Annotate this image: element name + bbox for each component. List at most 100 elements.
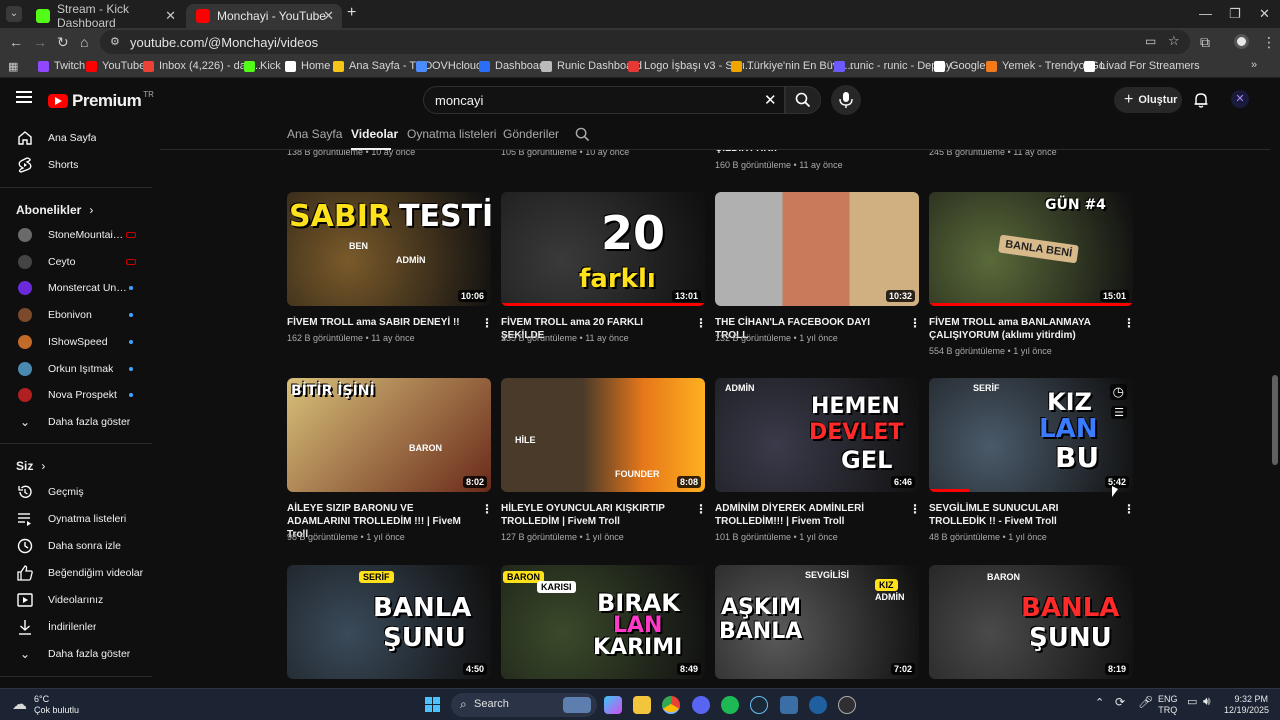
extensions-icon[interactable]: ⧉ <box>1200 34 1210 51</box>
account-avatar[interactable]: ✕ <box>1231 90 1249 108</box>
forward-icon[interactable]: → <box>33 34 47 50</box>
chrome-icon[interactable] <box>662 696 680 714</box>
obs-icon[interactable] <box>838 696 856 714</box>
subscription-item[interactable]: IShowSpeed <box>0 329 152 355</box>
tab-videos[interactable]: Videolar <box>351 127 398 141</box>
discord-icon[interactable] <box>692 696 710 714</box>
sidebar-item-your-videos[interactable]: Videolarınız <box>0 587 152 613</box>
tab-playlists[interactable]: Oynatma listeleri <box>407 127 496 141</box>
file-explorer-icon[interactable] <box>633 696 651 714</box>
channel-search-icon[interactable] <box>575 127 590 142</box>
profile-avatar[interactable] <box>1234 34 1249 49</box>
video-card-partial[interactable]: 138 B görüntüleme • 10 ay önce <box>287 150 491 170</box>
video-title[interactable]: HİLEYLE OYUNCULARI KIŞKIRTIP TROLLEDİM |… <box>501 502 687 528</box>
video-thumbnail[interactable]: GÜN #4 BANLA BENİ 15:01 <box>929 192 1133 306</box>
copilot-icon[interactable] <box>604 696 622 714</box>
voice-search-button[interactable] <box>831 85 861 115</box>
subscription-item[interactable]: Monstercat Unca... <box>0 275 152 301</box>
video-thumbnail[interactable]: HİLE FOUNDER 8:08 <box>501 378 705 492</box>
video-card-partial[interactable]: 245 B görüntüleme • 11 ay önce <box>929 150 1133 170</box>
bookmark-item[interactable]: Twitch <box>38 60 85 72</box>
video-card[interactable]: SABIR TESTİ BEN ADMİN 10:06 FİVEM TROLL ama S… <box>287 192 493 352</box>
video-title[interactable]: FİVEM TROLL ama SABIR DENEYİ !! <box>287 316 473 329</box>
video-thumbnail[interactable]: HEMEN DEVLET GEL ADMİN 6:46 <box>715 378 919 492</box>
more-bookmarks-icon[interactable]: » <box>1251 59 1257 71</box>
video-card[interactable]: KIZ LAN BU SERİF ◷ ☰ 5:42 SEVGİLİMLE SUNUCULARI… <box>929 378 1135 542</box>
new-tab-button[interactable]: + <box>347 4 356 22</box>
home-icon[interactable]: ⌂ <box>80 34 88 50</box>
bookmark-item[interactable]: Home <box>285 60 330 72</box>
bookmark-item[interactable]: Kick <box>244 60 281 72</box>
reload-icon[interactable]: ↻ <box>57 34 69 51</box>
sidebar-item-watch-later[interactable]: Daha sonra izle <box>0 533 152 559</box>
subscription-item[interactable]: Orkun Işıtmak <box>0 356 152 382</box>
browser-tab-kick[interactable]: Stream - Kick Dashboard ✕ <box>26 2 184 30</box>
sidebar-item-home[interactable]: Ana Sayfa <box>0 125 152 151</box>
browser-tab-youtube[interactable]: Monchayi - YouTube ✕ <box>186 4 342 28</box>
create-button[interactable]: + Oluştur <box>1114 87 1182 113</box>
site-info-icon[interactable]: ⚙ <box>110 35 120 48</box>
video-more-options-icon[interactable]: ⋮ <box>1123 502 1135 516</box>
video-card[interactable]: BANLA ŞUNU BARON 8:19 <box>929 565 1133 688</box>
close-window-icon[interactable]: ✕ <box>1259 6 1270 22</box>
tray-app-icon[interactable]: ⟳ <box>1115 696 1125 708</box>
page-scrollbar[interactable] <box>1270 80 1280 688</box>
video-title[interactable]: ADMİNİM DİYEREK ADMİNLERİ TROLLEDİM!!! |… <box>715 502 901 528</box>
subscription-item[interactable]: Ceyto <box>0 249 152 275</box>
hamburger-menu-icon[interactable] <box>16 90 32 104</box>
video-more-options-icon[interactable]: ⋮ <box>909 316 921 330</box>
apps-icon[interactable]: ▦ <box>8 60 18 73</box>
close-tab-icon[interactable]: ✕ <box>165 8 176 24</box>
video-card-partial[interactable]: 105 B görüntüleme • 10 ay önce <box>501 150 705 170</box>
tray-chevron-icon[interactable]: ⌃ <box>1095 698 1104 709</box>
tab-posts[interactable]: Gönderiler <box>503 127 559 141</box>
windows-start-icon[interactable] <box>425 697 441 713</box>
subscriptions-heading[interactable]: Abonelikler › <box>16 203 93 217</box>
video-card[interactable]: GÜN #4 BANLA BENİ 15:01 FİVEM TROLL ama BAN… <box>929 192 1135 356</box>
video-card[interactable]: HİLE FOUNDER 8:08 HİLEYLE OYUNCULARI KIŞKIR… <box>501 378 707 542</box>
watch-later-icon[interactable]: ◷ <box>1109 384 1127 400</box>
address-bar[interactable]: ⚙ youtube.com/@Monchayi/videos ▭ ☆ <box>100 30 1190 54</box>
clear-search-icon[interactable]: ✕ <box>764 91 777 109</box>
video-thumbnail[interactable]: SABIR TESTİ BEN ADMİN 10:06 <box>287 192 491 306</box>
video-title[interactable]: SEVGİLİMLE SUNUCULARI TROLLEDİK !! - Fiv… <box>929 502 1115 528</box>
video-thumbnail[interactable]: 10:32 <box>715 192 919 306</box>
you-heading[interactable]: Siz › <box>16 459 45 473</box>
video-thumbnail[interactable]: BANLA ŞUNU SERİF 4:50 <box>287 565 491 679</box>
input-language[interactable]: ENG TRQ <box>1158 694 1178 716</box>
sidebar-item-downloads[interactable]: İndirilenler <box>0 614 152 640</box>
video-more-options-icon[interactable]: ⋮ <box>481 316 493 330</box>
network-icon[interactable]: ▭ <box>1187 697 1197 708</box>
video-more-options-icon[interactable]: ⋮ <box>1123 316 1135 330</box>
video-card[interactable]: BANLA ŞUNU SERİF 4:50 <box>287 565 491 688</box>
clock[interactable]: 9:32 PM 12/19/2025 <box>1224 694 1269 716</box>
tray-microphone-icon[interactable]: 🎤︎ <box>1138 696 1153 708</box>
bookmark-item[interactable]: Livad For Streamers <box>1084 60 1200 72</box>
volume-icon[interactable]: 🔊︎ <box>1203 695 1211 707</box>
video-thumbnail[interactable]: KIZ LAN BU SERİF ◷ ☰ 5:42 <box>929 378 1133 492</box>
video-more-options-icon[interactable]: ⋮ <box>695 502 707 516</box>
video-card[interactable]: 20 farklı 13:01 FİVEM TROLL ama 20 FARKLI Ş… <box>501 192 707 352</box>
search-input[interactable] <box>435 93 735 108</box>
steam-icon[interactable] <box>750 696 768 714</box>
video-card[interactable]: HEMEN DEVLET GEL ADMİN 6:46 ADMİNİM DİYEREK A… <box>715 378 921 542</box>
close-tab-icon[interactable]: ✕ <box>323 8 334 24</box>
bookmark-item[interactable]: Runic Dashboard <box>541 60 642 72</box>
tab-search-button[interactable]: ⌄ <box>6 6 22 22</box>
cast-icon[interactable]: ▭ <box>1145 34 1156 48</box>
sidebar-item-shorts[interactable]: Shorts <box>0 152 152 178</box>
subscription-item[interactable]: StoneMountain64 <box>0 222 152 248</box>
show-more-subscriptions[interactable]: ⌄ Daha fazla göster <box>0 409 152 435</box>
video-card-partial[interactable]: ÇILDIRTTIK!! 160 B görüntüleme • 11 ay ön… <box>715 150 919 170</box>
bookmark-item[interactable]: YouTube <box>86 60 145 72</box>
taskbar-search[interactable]: ⌕ Search <box>451 693 597 717</box>
video-more-options-icon[interactable]: ⋮ <box>481 502 493 516</box>
show-more-you[interactable]: ⌄ Daha fazla göster <box>0 641 152 667</box>
video-thumbnail[interactable]: 20 farklı 13:01 <box>501 192 705 306</box>
add-to-queue-icon[interactable]: ☰ <box>1111 406 1127 419</box>
app-g-icon[interactable] <box>780 696 798 714</box>
video-thumbnail[interactable]: BİTİR İŞİNİ BARON 8:02 <box>287 378 491 492</box>
youtube-premium-logo[interactable]: Premium TR <box>48 90 154 111</box>
search-button[interactable] <box>785 86 821 114</box>
video-card[interactable]: BIRAK LAN KARIMI BARON KARISI 8:49 <box>501 565 705 688</box>
